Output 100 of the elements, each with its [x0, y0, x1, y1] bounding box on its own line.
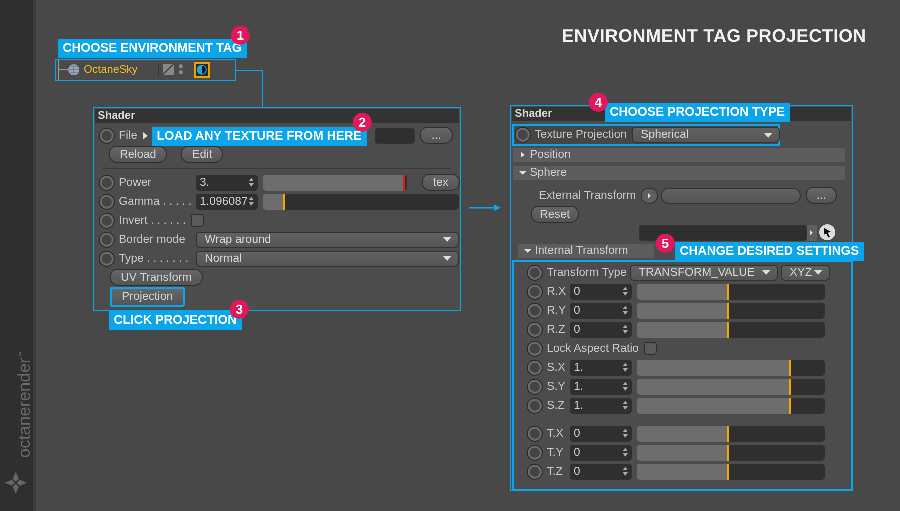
keyframe-toggle[interactable]: [528, 322, 542, 336]
browse-button[interactable]: ...: [420, 127, 453, 144]
keyframe-toggle[interactable]: [528, 342, 542, 356]
callout-label: CHOOSE PROJECTION TYPE: [605, 103, 790, 122]
slider-track[interactable]: [637, 284, 825, 300]
keyframe-toggle[interactable]: [516, 128, 530, 142]
keyframe-toggle[interactable]: [528, 426, 542, 440]
file-button[interactable]: Edit: [181, 146, 224, 163]
keyframe-toggle[interactable]: [100, 252, 114, 266]
slider-track[interactable]: [263, 194, 459, 210]
number-field[interactable]: 1.: [570, 378, 632, 394]
panel-button[interactable]: Projection: [110, 286, 186, 306]
object-link-field[interactable]: [639, 224, 807, 240]
dropdown[interactable]: Wrap around: [196, 232, 459, 248]
spinner-arrows-icon[interactable]: [249, 178, 254, 187]
keyframe-toggle[interactable]: [528, 446, 542, 460]
checkbox[interactable]: [191, 214, 204, 227]
triangle-icon: [142, 132, 148, 140]
dropdown-arrow-icon: [443, 256, 452, 261]
slider-fill[interactable]: [263, 194, 285, 210]
slider-track[interactable]: [637, 360, 825, 376]
reset-button[interactable]: Reset: [531, 206, 580, 223]
parameter-label: Texture Projection: [535, 129, 628, 141]
half-circle-icon: [197, 65, 207, 75]
spinner-arrows-icon[interactable]: [623, 325, 628, 334]
number-field[interactable]: 0: [570, 426, 632, 442]
number-field[interactable]: 0: [570, 322, 632, 338]
object-name: OctaneSky: [84, 64, 139, 76]
slider-track[interactable]: [637, 426, 825, 442]
slider-track[interactable]: [637, 378, 825, 394]
slider-track[interactable]: [637, 398, 825, 414]
parameter-label: R.X: [547, 286, 565, 298]
spinner-arrows-icon[interactable]: [249, 197, 254, 206]
visibility-icon[interactable]: [158, 64, 185, 76]
file-path-field[interactable]: [374, 128, 415, 144]
slider-fill[interactable]: [637, 322, 730, 338]
dropdown[interactable]: XYZ: [780, 264, 830, 280]
panel-button[interactable]: UV Transform: [110, 269, 203, 286]
section-header[interactable]: Position: [513, 148, 845, 162]
keyframe-toggle[interactable]: [528, 380, 542, 394]
number-field[interactable]: 0: [570, 464, 632, 480]
spinner-arrows-icon[interactable]: [623, 382, 628, 391]
slider-track[interactable]: [637, 322, 825, 338]
checkbox[interactable]: [644, 342, 658, 355]
keyframe-toggle[interactable]: [100, 128, 114, 142]
slider-fill[interactable]: [637, 302, 730, 318]
link-field[interactable]: [661, 188, 801, 204]
link-arrow-button[interactable]: [641, 188, 658, 204]
parameter-label: Transform Type: [547, 266, 627, 278]
slider-fill[interactable]: [637, 426, 730, 442]
keyframe-toggle[interactable]: [528, 464, 542, 478]
spinner-arrows-icon[interactable]: [623, 287, 628, 296]
browse-button[interactable]: ...: [806, 187, 837, 204]
number-field[interactable]: 1.: [570, 398, 632, 414]
texture-button[interactable]: tex: [422, 174, 460, 191]
dropdown[interactable]: Normal: [196, 250, 459, 266]
object-row[interactable]: OctaneSky: [55, 59, 236, 81]
section-header[interactable]: Internal Transform: [518, 244, 654, 258]
dropdown[interactable]: Spherical: [632, 127, 780, 143]
number-field[interactable]: 0: [570, 444, 632, 460]
pointer-icon[interactable]: [819, 224, 836, 241]
spinner-arrows-icon[interactable]: [623, 363, 628, 372]
slider-fill[interactable]: [637, 398, 792, 414]
keyframe-toggle[interactable]: [528, 284, 542, 298]
slider-fill[interactable]: [637, 464, 730, 480]
dropdown[interactable]: TRANSFORM_VALUE: [630, 264, 778, 280]
slider-track[interactable]: [637, 302, 825, 318]
keyframe-toggle[interactable]: [528, 266, 542, 280]
spinner-arrows-icon[interactable]: [623, 306, 628, 315]
slider-track[interactable]: [637, 464, 825, 480]
keyframe-toggle[interactable]: [100, 214, 114, 228]
step-number: 4: [589, 93, 608, 112]
file-button[interactable]: Reload: [109, 146, 168, 163]
keyframe-toggle[interactable]: [100, 194, 114, 208]
number-field[interactable]: 1.: [570, 360, 632, 376]
caret-icon: [524, 248, 532, 254]
number-field[interactable]: 1.096087: [196, 194, 258, 210]
spinner-arrows-icon[interactable]: [623, 467, 628, 476]
spinner-arrows-icon[interactable]: [623, 401, 628, 410]
number-field[interactable]: 3.: [196, 174, 258, 190]
slider-fill[interactable]: [637, 378, 792, 394]
slider-fill[interactable]: [637, 284, 730, 300]
keyframe-toggle[interactable]: [528, 360, 542, 374]
environment-tag[interactable]: [194, 62, 210, 78]
caret-icon: [519, 152, 527, 158]
slider-fill[interactable]: [637, 360, 792, 376]
keyframe-toggle[interactable]: [528, 398, 542, 412]
spinner-arrows-icon[interactable]: [623, 448, 628, 457]
slider-track[interactable]: [637, 444, 825, 460]
keyframe-toggle[interactable]: [100, 232, 114, 246]
dropdown-arrow-icon: [764, 132, 774, 138]
spinner-arrows-icon[interactable]: [623, 429, 628, 438]
section-header[interactable]: Sphere: [513, 166, 845, 180]
link-arrow-button[interactable]: [807, 224, 817, 240]
number-field[interactable]: 0: [570, 302, 632, 318]
keyframe-toggle[interactable]: [528, 304, 542, 318]
slider-fill[interactable]: [637, 444, 730, 460]
parameter-label: Power: [119, 176, 153, 188]
keyframe-toggle[interactable]: [100, 176, 114, 190]
number-field[interactable]: 0: [570, 284, 632, 300]
